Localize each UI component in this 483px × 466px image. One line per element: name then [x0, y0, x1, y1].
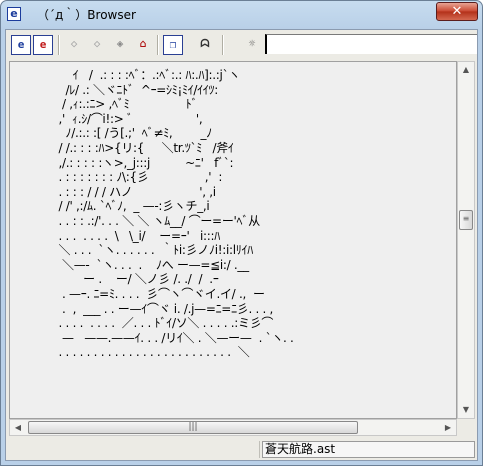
status-filename: 蒼天航路.ast [262, 441, 475, 458]
up-button[interactable]: ◈ [110, 35, 130, 55]
scroll-up-arrow-icon[interactable]: ▲ [458, 63, 474, 77]
app-icon[interactable]: e [7, 7, 21, 21]
url-input[interactable] [265, 34, 477, 54]
vertical-scroll-thumb[interactable]: ≡ [459, 210, 473, 230]
ie-blue-icon: e [17, 38, 25, 51]
face-icon: ᗣ [200, 37, 210, 50]
toolbar-separator [58, 35, 60, 55]
back-icon: ◇ [70, 37, 78, 50]
face-button[interactable]: ᗣ [195, 35, 215, 55]
content-pane[interactable]: ｲ / .: : : :ﾍﾞ：.:ﾍﾞ:.: ﾊ:.ﾊ]:.:j`ヽ /ﾚ/ .… [9, 61, 457, 419]
gear-face-icon: ☼ [248, 37, 256, 50]
browser-window: e （´д｀）Browser ✕ e e ◇ ◇ ◈ ⌂ ❐ ᗣ ☼ ｲ / .… [0, 0, 483, 466]
toolbar: e e ◇ ◇ ◈ ⌂ ❐ ᗣ ☼ [6, 30, 477, 60]
client-area: e e ◇ ◇ ◈ ⌂ ❐ ᗣ ☼ ｲ / .::::ﾍﾞ：.:ﾍﾞ:.:… [5, 29, 478, 461]
horizontal-scroll-thumb[interactable]: ||| [28, 421, 358, 434]
home-button[interactable]: ⌂ [133, 35, 153, 55]
toolbar-separator [157, 35, 159, 55]
status-bar: 蒼天航路.ast [6, 439, 477, 460]
windows-button[interactable]: ❐ [163, 35, 183, 55]
up-icon: ◈ [116, 37, 124, 50]
toolbar-separator [222, 35, 224, 55]
ie-red-button[interactable]: e [33, 35, 53, 55]
windows-icon: ❐ [169, 38, 177, 51]
forward-icon: ◇ [93, 37, 101, 50]
ie-blue-button[interactable]: e [11, 35, 31, 55]
title-bar[interactable]: e （´д｀）Browser ✕ [1, 1, 482, 29]
back-button[interactable]: ◇ [64, 35, 84, 55]
forward-button[interactable]: ◇ [87, 35, 107, 55]
status-pane-left [9, 441, 260, 458]
ie-red-icon: e [39, 38, 47, 51]
ascii-art: ｲ / .: : : :ﾍﾞ：.:ﾍﾞ:.: ﾊ:.ﾊ]:.:j`ヽ /ﾚ/ .… [58, 68, 294, 360]
close-button[interactable]: ✕ [436, 2, 478, 21]
window-title: （´д｀）Browser [37, 8, 136, 22]
vertical-scrollbar[interactable]: ▲ ≡ ▼ [457, 61, 475, 419]
horizontal-scrollbar[interactable]: ◀ ||| ▶ [9, 419, 457, 436]
gear-face-button[interactable]: ☼ [242, 35, 262, 55]
scroll-down-arrow-icon[interactable]: ▼ [458, 403, 474, 417]
scroll-left-arrow-icon[interactable]: ◀ [11, 420, 25, 435]
home-icon: ⌂ [139, 37, 147, 50]
scroll-right-arrow-icon[interactable]: ▶ [441, 420, 455, 435]
